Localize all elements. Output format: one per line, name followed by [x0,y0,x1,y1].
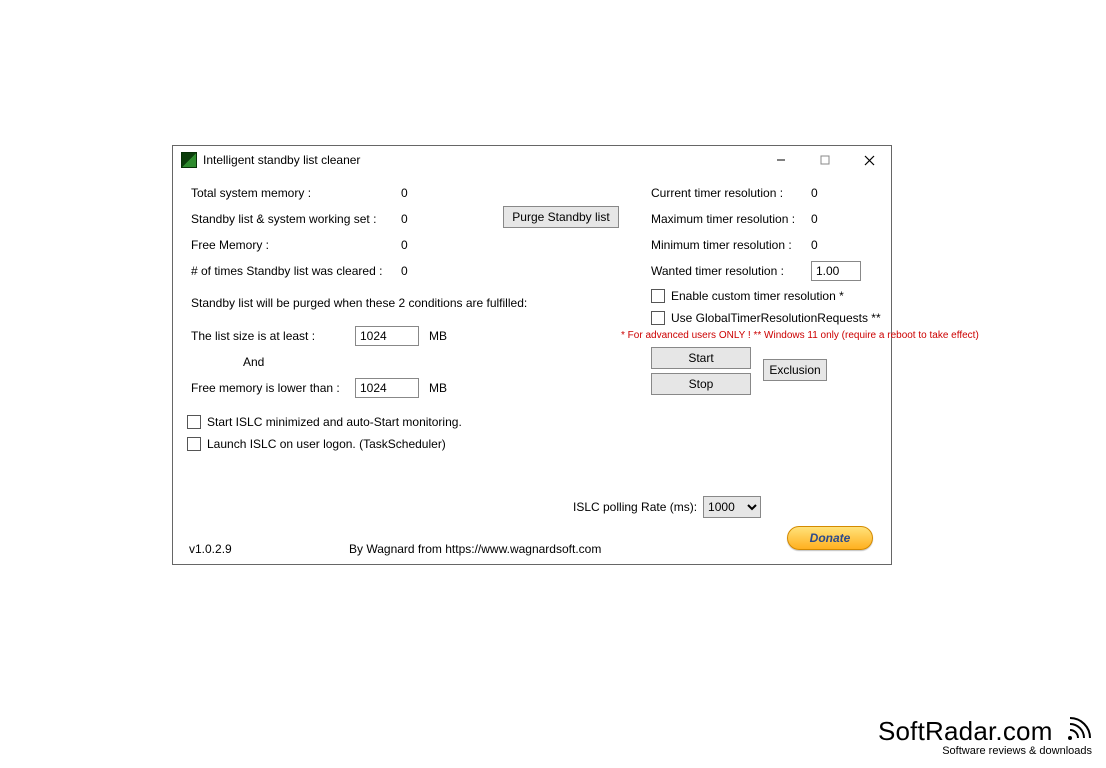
min-timer-label: Minimum timer resolution : [651,238,811,252]
watermark-sub: Software reviews & downloads [878,746,1092,758]
start-minimized-checkbox[interactable] [187,415,201,429]
and-text: And [243,352,601,372]
start-minimized-label: Start ISLC minimized and auto-Start moni… [207,415,462,429]
window-title: Intelligent standby list cleaner [203,153,360,167]
max-timer-value: 0 [811,212,818,226]
total-memory-value: 0 [401,186,431,200]
polling-row: ISLC polling Rate (ms): 1000 [573,496,761,518]
polling-label: ISLC polling Rate (ms): [573,500,697,514]
maximize-button[interactable] [803,146,847,174]
min-timer-value: 0 [811,238,818,252]
enable-custom-timer-checkbox[interactable] [651,289,665,303]
left-column: Total system memory : 0 Standby list & s… [191,180,601,454]
exclusion-button[interactable]: Exclusion [763,359,827,381]
current-timer-value: 0 [811,186,818,200]
current-timer-label: Current timer resolution : [651,186,811,200]
footer: v1.0.2.9 By Wagnard from https://www.wag… [189,542,879,556]
list-size-label: The list size is at least : [191,329,355,343]
total-memory-label: Total system memory : [191,186,401,200]
list-size-input[interactable] [355,326,419,346]
watermark: SoftRadar.com Software reviews & downloa… [878,716,1092,758]
standby-set-value: 0 [401,212,431,226]
radar-icon [1062,716,1092,746]
launch-on-logon-checkbox[interactable] [187,437,201,451]
minimize-button[interactable] [759,146,803,174]
enable-custom-timer-label: Enable custom timer resolution * [671,289,844,303]
wanted-timer-input[interactable] [811,261,861,281]
watermark-brand: SoftRadar.com [878,716,1053,746]
app-window: Intelligent standby list cleaner Purge S… [172,145,892,565]
use-global-label: Use GlobalTimerResolutionRequests ** [671,311,881,325]
launch-on-logon-label: Launch ISLC on user logon. (TaskSchedule… [207,437,446,451]
window-controls [759,146,891,174]
stop-button[interactable]: Stop [651,373,751,395]
free-memory-label: Free Memory : [191,238,401,252]
list-size-unit: MB [429,329,447,343]
titlebar: Intelligent standby list cleaner [173,146,891,174]
cleared-count-label: # of times Standby list was cleared : [191,264,401,278]
content-area: Purge Standby list Total system memory :… [173,174,891,564]
wanted-timer-label: Wanted timer resolution : [651,264,811,278]
cleared-count-value: 0 [401,264,431,278]
timer-warning: * For advanced users ONLY ! ** Windows 1… [621,330,881,341]
free-mem-label: Free memory is lower than : [191,381,355,395]
start-button[interactable]: Start [651,347,751,369]
polling-select[interactable]: 1000 [703,496,761,518]
app-icon [181,152,197,168]
conditions-intro: Standby list will be purged when these 2… [191,296,601,310]
free-mem-unit: MB [429,381,447,395]
free-mem-input[interactable] [355,378,419,398]
donate-button[interactable]: Donate [787,526,873,550]
standby-set-label: Standby list & system working set : [191,212,401,226]
version-text: v1.0.2.9 [189,542,349,556]
use-global-checkbox[interactable] [651,311,665,325]
free-memory-value: 0 [401,238,431,252]
close-button[interactable] [847,146,891,174]
max-timer-label: Maximum timer resolution : [651,212,811,226]
right-column: Current timer resolution : 0 Maximum tim… [651,180,881,395]
